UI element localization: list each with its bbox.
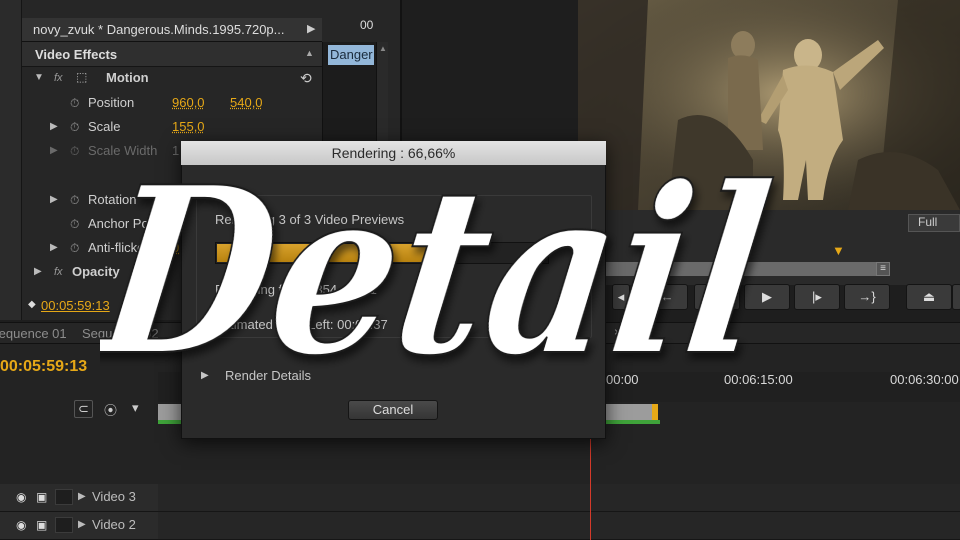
stopwatch-icon: ⏱	[70, 144, 80, 158]
effect-controls-time-ruler: 00	[360, 18, 374, 32]
rotation-value[interactable]: 0	[172, 192, 179, 207]
scrollbar-end-handle[interactable]: ≡	[876, 262, 890, 276]
render-progress-fill	[217, 244, 437, 262]
effect-row-position[interactable]: ⏱ Position 960,0 540,0	[30, 93, 320, 117]
timeline-timecode[interactable]: 00:05:59:13	[0, 358, 87, 376]
track-lane-video-3[interactable]	[158, 484, 960, 512]
transform-icon: ⬚	[76, 70, 88, 84]
disclosure-open-icon[interactable]: ▼	[34, 72, 44, 83]
ruler-tick-label: 00:00	[606, 372, 639, 387]
zoom-level-select[interactable]: Full	[908, 214, 960, 232]
property-label: Scale	[88, 119, 121, 134]
program-monitor-frame	[578, 0, 960, 210]
property-label: Rotation	[88, 192, 137, 207]
tab-sequence-02[interactable]: Sequence 02	[82, 326, 159, 341]
property-label: Anchor Point	[88, 216, 163, 231]
reset-icon[interactable]: ⟲	[300, 70, 312, 87]
track-header-video-2[interactable]: ◉ ▣ ▶ Video 2	[0, 512, 158, 540]
effect-row-scale[interactable]: ▶ ⏱ Scale 155,0	[30, 117, 320, 141]
step-forward-button[interactable]: |▸	[794, 284, 840, 310]
snap-icon[interactable]: ⊂	[74, 400, 93, 418]
effect-label: Opacity	[72, 264, 120, 279]
collapse-up-icon[interactable]: ▲	[305, 48, 314, 58]
ruler-tick-label: 00:06:30:00	[890, 372, 959, 387]
position-x-value[interactable]: 960,0	[172, 95, 205, 110]
scale-width-value: 1	[172, 143, 180, 158]
track-name: Video 3	[92, 489, 136, 504]
scroll-up-icon[interactable]: ▲	[379, 44, 387, 53]
lock-toggle[interactable]	[55, 489, 73, 505]
disclosure-closed-icon[interactable]: ▶	[50, 121, 58, 132]
close-icon[interactable]: ×	[614, 325, 621, 339]
render-status-text: Rendering 3 of 3 Video Previews	[215, 212, 405, 227]
anti-flicker-value[interactable]: 0	[172, 240, 179, 255]
track-header-video-3[interactable]: ◉ ▣ ▶ Video 3	[0, 484, 158, 512]
disclosure-closed-icon[interactable]: ▶	[50, 145, 58, 156]
stopwatch-icon[interactable]: ⏱	[70, 241, 79, 256]
go-to-in-point-button[interactable]: {←	[642, 284, 688, 310]
left-panel-strip	[0, 0, 22, 320]
film-icon[interactable]: ▣	[36, 518, 47, 532]
dialog-title: Rendering : 66,66%	[181, 141, 606, 165]
video-effects-title: Video Effects	[35, 47, 118, 62]
effect-controls-clip-name[interactable]: novy_zvuk * Dangerous.Minds.1995.720p...	[33, 22, 305, 37]
marker-icon[interactable]: ▾	[132, 400, 139, 416]
disclosure-closed-icon[interactable]: ▶	[201, 370, 209, 381]
disclosure-closed-icon[interactable]: ▶	[78, 519, 86, 530]
disclosure-closed-icon[interactable]: ▶	[34, 266, 42, 277]
track-lane-video-2[interactable]	[158, 512, 960, 540]
effect-controls-clip[interactable]: Danger	[328, 45, 374, 65]
step-back-button[interactable]: ◂|	[694, 284, 740, 310]
scrollbar-grip-icon[interactable]: |||	[645, 264, 653, 274]
clip-menu-arrow-icon[interactable]: ▶	[307, 22, 315, 35]
cancel-button[interactable]: Cancel	[348, 400, 438, 420]
playhead-marker-icon[interactable]: ▼	[832, 243, 845, 258]
fx-icon[interactable]: fx	[54, 72, 63, 84]
position-y-value[interactable]: 540,0	[230, 95, 263, 110]
stopwatch-icon[interactable]: ⏱	[70, 217, 79, 232]
tab-sequence-01[interactable]: Sequence 01	[0, 326, 67, 341]
effect-row-motion[interactable]: ▼ fx ⬚ Motion ⟲	[30, 68, 320, 92]
disclosure-closed-icon[interactable]: ▶	[50, 242, 58, 253]
render-frame-text: Rendering frame 354 of 531	[215, 282, 377, 297]
timecode-marker-icon: ◆	[28, 299, 36, 310]
stopwatch-icon[interactable]: ⏱	[70, 193, 79, 208]
property-label: Position	[88, 95, 135, 110]
eye-icon[interactable]: ◉	[16, 518, 26, 532]
effect-label: Motion	[106, 70, 149, 85]
monitor-zoom-scrollbar[interactable]	[578, 262, 878, 276]
film-icon[interactable]: ▣	[36, 490, 47, 504]
scale-value[interactable]: 155,0	[172, 119, 205, 134]
lock-toggle[interactable]	[55, 517, 73, 533]
disclosure-closed-icon[interactable]: ▶	[50, 194, 58, 205]
stopwatch-icon[interactable]: ⏱	[70, 120, 79, 135]
disclosure-closed-icon[interactable]: ▶	[78, 491, 86, 502]
render-details-toggle[interactable]: Render Details	[225, 368, 311, 383]
time-left-text: Estimated Time Left: 00:00:37	[215, 317, 388, 332]
go-to-out-point-button[interactable]: →}	[844, 284, 890, 310]
render-progress-bar	[215, 242, 549, 264]
add-marker-icon[interactable]: ⦿	[104, 400, 117, 419]
anchor-point-value[interactable]: 6	[172, 216, 179, 231]
play-button[interactable]: ▶	[744, 284, 790, 310]
property-label: Anti-flicker...	[88, 240, 159, 255]
progress-group-label: Progress	[186, 185, 245, 200]
work-area-end-handle[interactable]	[652, 404, 658, 420]
fx-icon[interactable]: fx	[54, 266, 63, 278]
effect-controls-timecode[interactable]: 00:05:59:13	[41, 298, 110, 313]
stopwatch-icon[interactable]: ⏱	[70, 96, 79, 111]
go-to-in-button[interactable]: ◂	[612, 284, 630, 310]
ruler-tick-label: 00:06:15:00	[724, 372, 793, 387]
property-label: Scale Width	[88, 143, 158, 158]
extract-button[interactable]	[952, 284, 960, 310]
lift-button[interactable]: ⏏	[906, 284, 952, 310]
eye-icon[interactable]: ◉	[16, 490, 26, 504]
track-name: Video 2	[92, 517, 136, 532]
